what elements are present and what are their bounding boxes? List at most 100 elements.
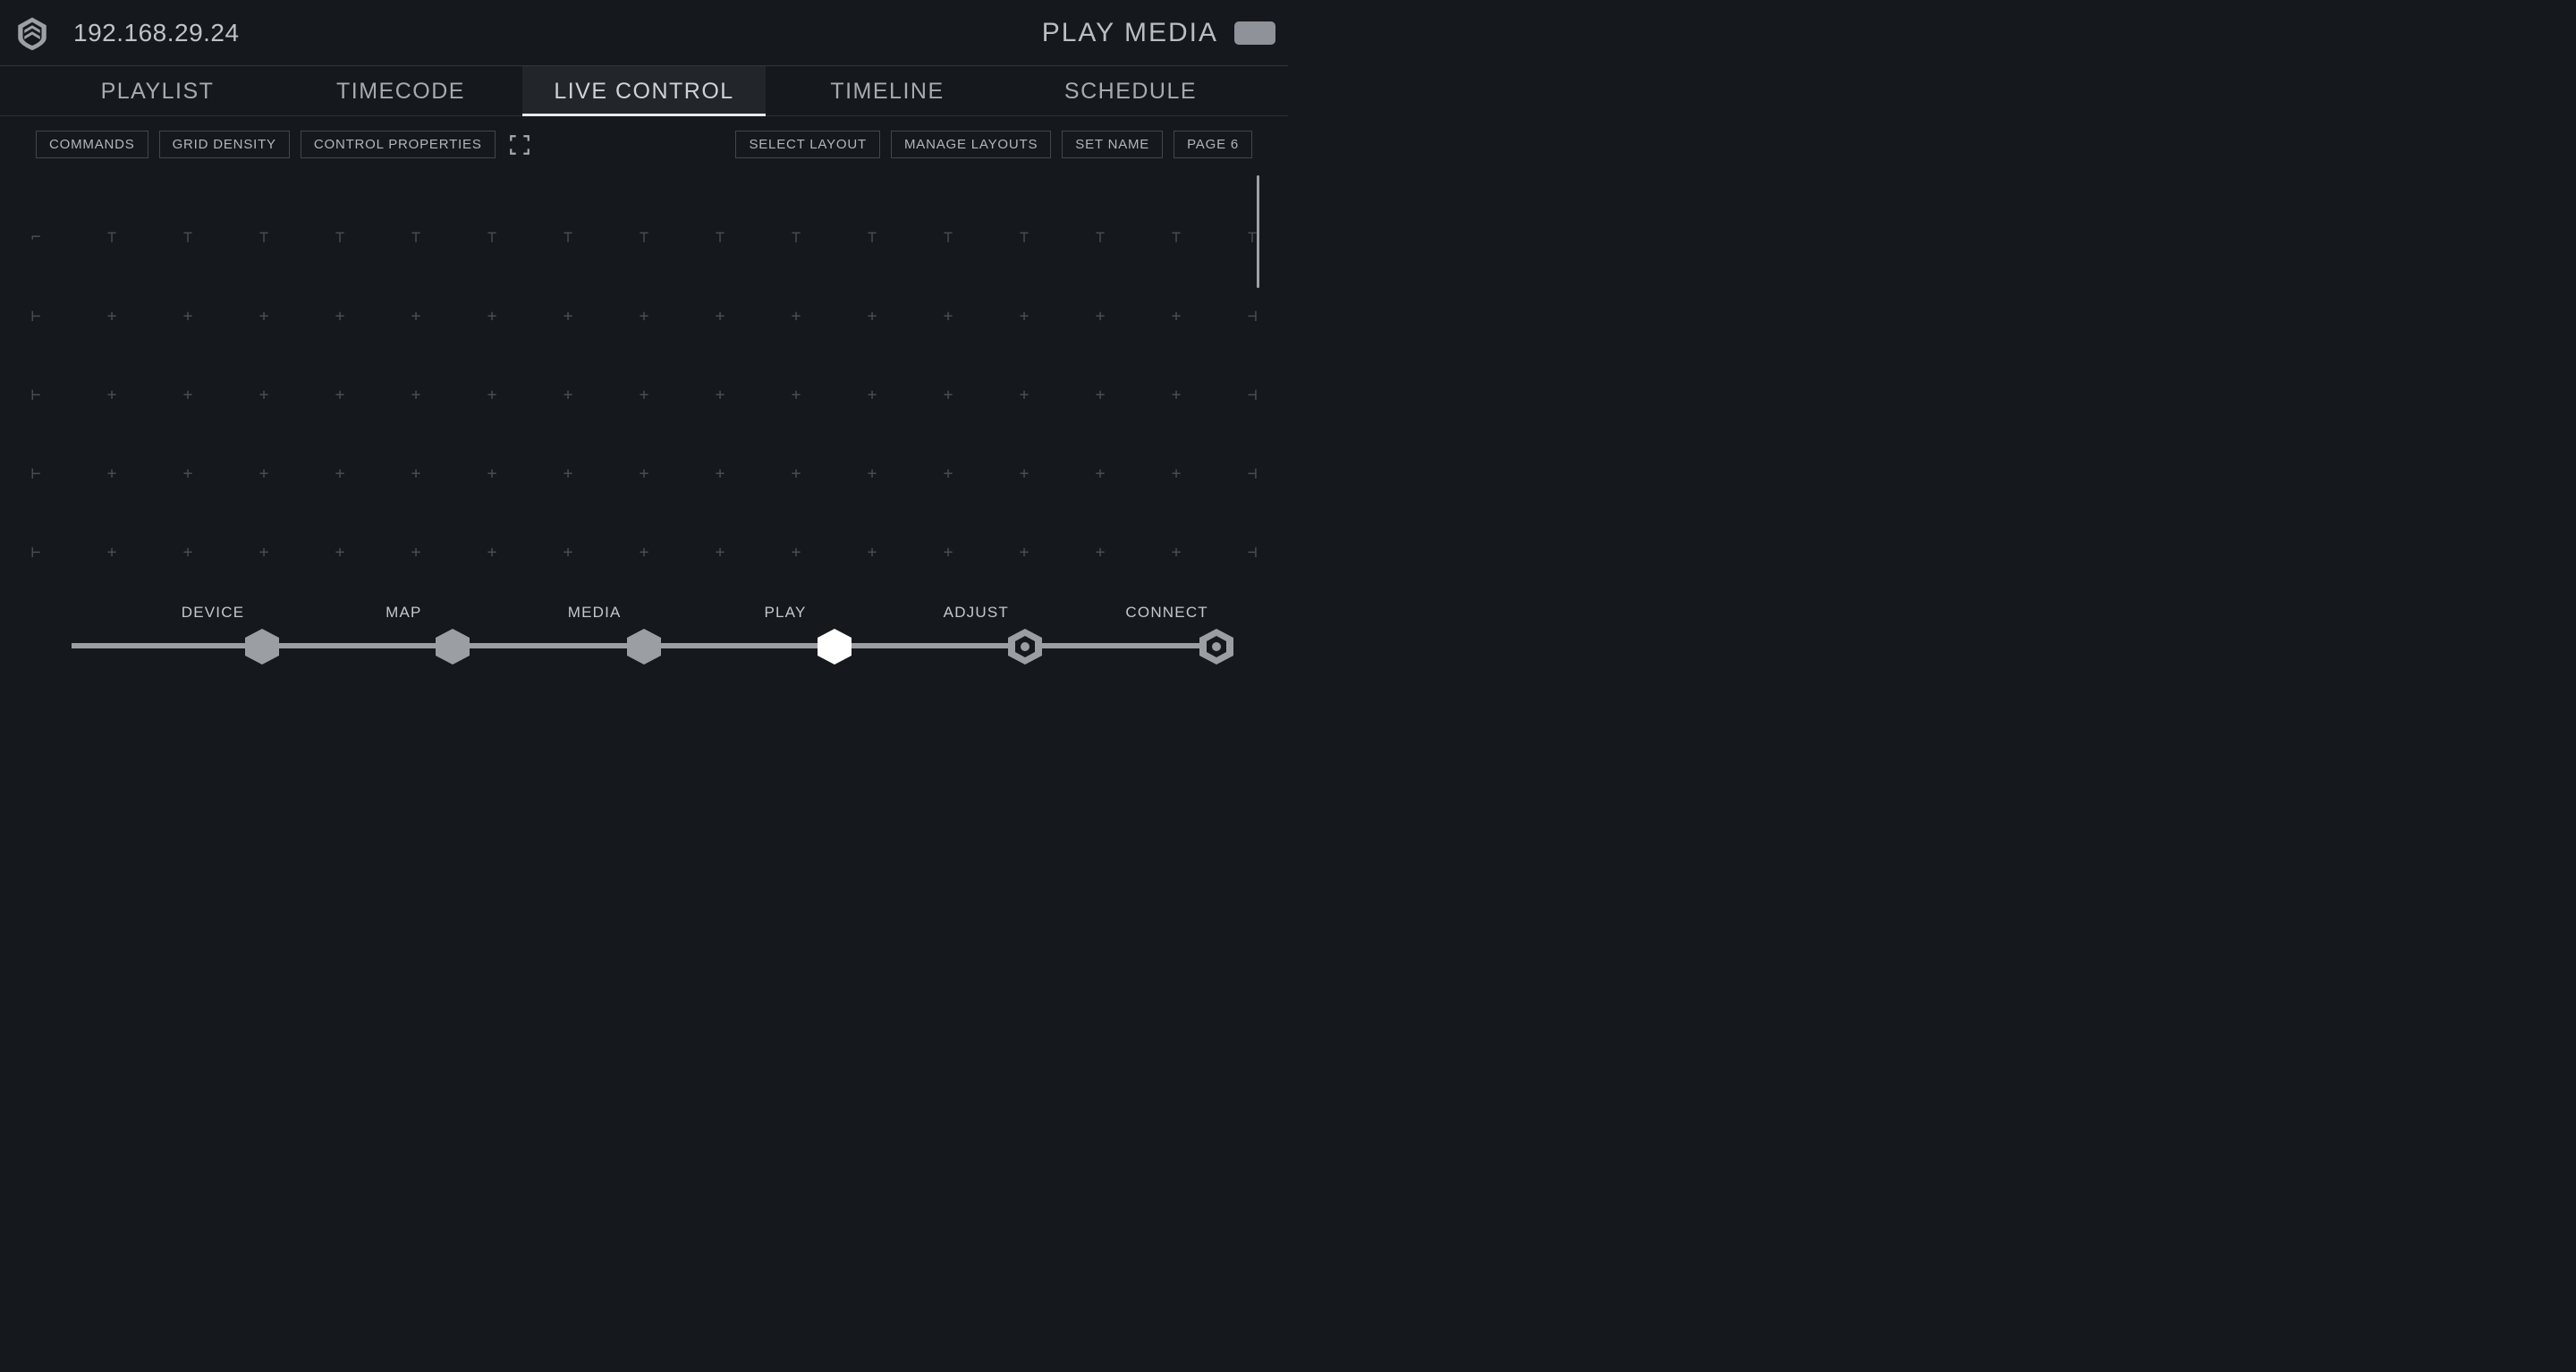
grid-cell[interactable]: ⊤ [559, 229, 577, 247]
grid-cell[interactable]: + [635, 465, 653, 483]
tab-timecode[interactable]: TIMECODE [279, 66, 522, 115]
grid-cell[interactable]: + [787, 308, 805, 326]
workflow-hex-icon[interactable] [623, 625, 665, 666]
manage-layouts-button[interactable]: MANAGE LAYOUTS [891, 131, 1051, 158]
grid-cell[interactable]: ⊣ [1243, 308, 1261, 326]
grid-cell[interactable]: + [711, 465, 729, 483]
fullscreen-icon[interactable] [506, 131, 533, 158]
grid-cell[interactable]: + [863, 386, 881, 404]
workflow-hex-icon[interactable] [432, 625, 473, 666]
workflow-hex-icon[interactable] [242, 625, 283, 666]
grid-cell[interactable]: + [939, 465, 957, 483]
grid-cell[interactable]: + [1015, 308, 1033, 326]
control-grid[interactable]: ⌐⊤⊤⊤⊤⊤⊤⊤⊤⊤⊤⊤⊤⊤⊤⊤⊤⊢+++++++++++++++⊣⊢+++++… [36, 229, 1252, 579]
tab-live-control[interactable]: LIVE CONTROL [522, 66, 766, 115]
grid-cell[interactable]: ⊤ [1015, 229, 1033, 247]
grid-cell[interactable]: + [711, 308, 729, 326]
grid-cell[interactable]: ⊢ [27, 465, 45, 483]
grid-cell[interactable]: ⊢ [27, 386, 45, 404]
grid-cell[interactable]: + [559, 465, 577, 483]
grid-cell[interactable]: + [483, 386, 501, 404]
grid-cell[interactable]: ⊤ [407, 229, 425, 247]
workflow-step-adjust[interactable]: ADJUST [895, 604, 1056, 622]
grid-cell[interactable]: + [863, 465, 881, 483]
grid-cell[interactable]: ⊤ [331, 229, 349, 247]
grid-cell[interactable]: ⊤ [483, 229, 501, 247]
workflow-hex-icon[interactable] [1196, 625, 1237, 666]
grid-cell[interactable]: + [179, 544, 197, 562]
grid-cell[interactable]: ⊤ [1167, 229, 1185, 247]
grid-cell[interactable]: + [331, 386, 349, 404]
grid-cell[interactable]: + [483, 308, 501, 326]
select-layout-button[interactable]: SELECT LAYOUT [735, 131, 880, 158]
tab-timeline[interactable]: TIMELINE [766, 66, 1009, 115]
grid-cell[interactable]: + [863, 308, 881, 326]
grid-cell[interactable]: + [331, 465, 349, 483]
grid-cell[interactable]: + [787, 465, 805, 483]
connection-status-icon[interactable] [1234, 21, 1275, 45]
grid-cell[interactable]: + [1015, 465, 1033, 483]
grid-cell[interactable]: + [635, 386, 653, 404]
grid-cell[interactable]: + [787, 544, 805, 562]
page-button[interactable]: PAGE 6 [1174, 131, 1252, 158]
grid-cell[interactable]: ⊤ [255, 229, 273, 247]
grid-cell[interactable]: ⊤ [179, 229, 197, 247]
grid-cell[interactable]: ⊤ [635, 229, 653, 247]
grid-cell[interactable]: + [179, 465, 197, 483]
grid-cell[interactable]: ⊢ [27, 308, 45, 326]
tab-playlist[interactable]: PLAYLIST [36, 66, 279, 115]
grid-cell[interactable]: + [1091, 386, 1109, 404]
grid-cell[interactable]: + [483, 465, 501, 483]
workflow-step-connect[interactable]: CONNECT [1087, 604, 1248, 622]
grid-cell[interactable]: ⌐ [27, 229, 45, 247]
grid-cell[interactable]: ⊤ [103, 229, 121, 247]
workflow-step-map[interactable]: MAP [323, 604, 484, 622]
grid-cell[interactable]: ⊣ [1243, 465, 1261, 483]
grid-cell[interactable]: + [635, 308, 653, 326]
grid-cell[interactable]: ⊣ [1243, 386, 1261, 404]
grid-cell[interactable]: + [711, 386, 729, 404]
grid-cell[interactable]: + [939, 544, 957, 562]
grid-cell[interactable]: + [255, 544, 273, 562]
workflow-hex-icon[interactable] [814, 625, 855, 666]
grid-cell[interactable]: + [407, 386, 425, 404]
tab-schedule[interactable]: SCHEDULE [1009, 66, 1252, 115]
grid-cell[interactable]: + [1015, 386, 1033, 404]
grid-cell[interactable]: + [635, 544, 653, 562]
grid-cell[interactable]: + [939, 386, 957, 404]
grid-cell[interactable]: + [103, 308, 121, 326]
grid-cell[interactable]: ⊤ [939, 229, 957, 247]
grid-cell[interactable]: + [863, 544, 881, 562]
grid-cell[interactable]: ⊢ [27, 544, 45, 562]
workflow-step-play[interactable]: PLAY [705, 604, 866, 622]
grid-cell[interactable]: ⊤ [711, 229, 729, 247]
grid-cell[interactable]: + [559, 386, 577, 404]
grid-cell[interactable]: + [255, 308, 273, 326]
control-properties-button[interactable]: CONTROL PROPERTIES [301, 131, 496, 158]
grid-cell[interactable]: + [179, 386, 197, 404]
set-name-button[interactable]: SET NAME [1062, 131, 1163, 158]
grid-cell[interactable]: + [1167, 465, 1185, 483]
grid-density-button[interactable]: GRID DENSITY [159, 131, 290, 158]
grid-cell[interactable]: + [1015, 544, 1033, 562]
grid-cell[interactable]: + [179, 308, 197, 326]
grid-cell[interactable]: + [1167, 544, 1185, 562]
grid-cell[interactable]: + [559, 544, 577, 562]
workflow-step-device[interactable]: DEVICE [132, 604, 293, 622]
grid-cell[interactable]: ⊤ [1243, 229, 1261, 247]
grid-cell[interactable]: + [1167, 386, 1185, 404]
grid-cell[interactable]: ⊣ [1243, 544, 1261, 562]
grid-cell[interactable]: + [483, 544, 501, 562]
grid-cell[interactable]: + [1167, 308, 1185, 326]
grid-cell[interactable]: + [787, 386, 805, 404]
grid-cell[interactable]: + [407, 544, 425, 562]
workflow-hex-icon[interactable] [1004, 625, 1046, 666]
grid-cell[interactable]: + [1091, 308, 1109, 326]
workflow-step-media[interactable]: MEDIA [514, 604, 675, 622]
commands-button[interactable]: COMMANDS [36, 131, 148, 158]
grid-cell[interactable]: + [103, 544, 121, 562]
grid-cell[interactable]: + [255, 465, 273, 483]
grid-cell[interactable]: + [331, 544, 349, 562]
grid-cell[interactable]: ⊤ [1091, 229, 1109, 247]
grid-cell[interactable]: + [407, 308, 425, 326]
